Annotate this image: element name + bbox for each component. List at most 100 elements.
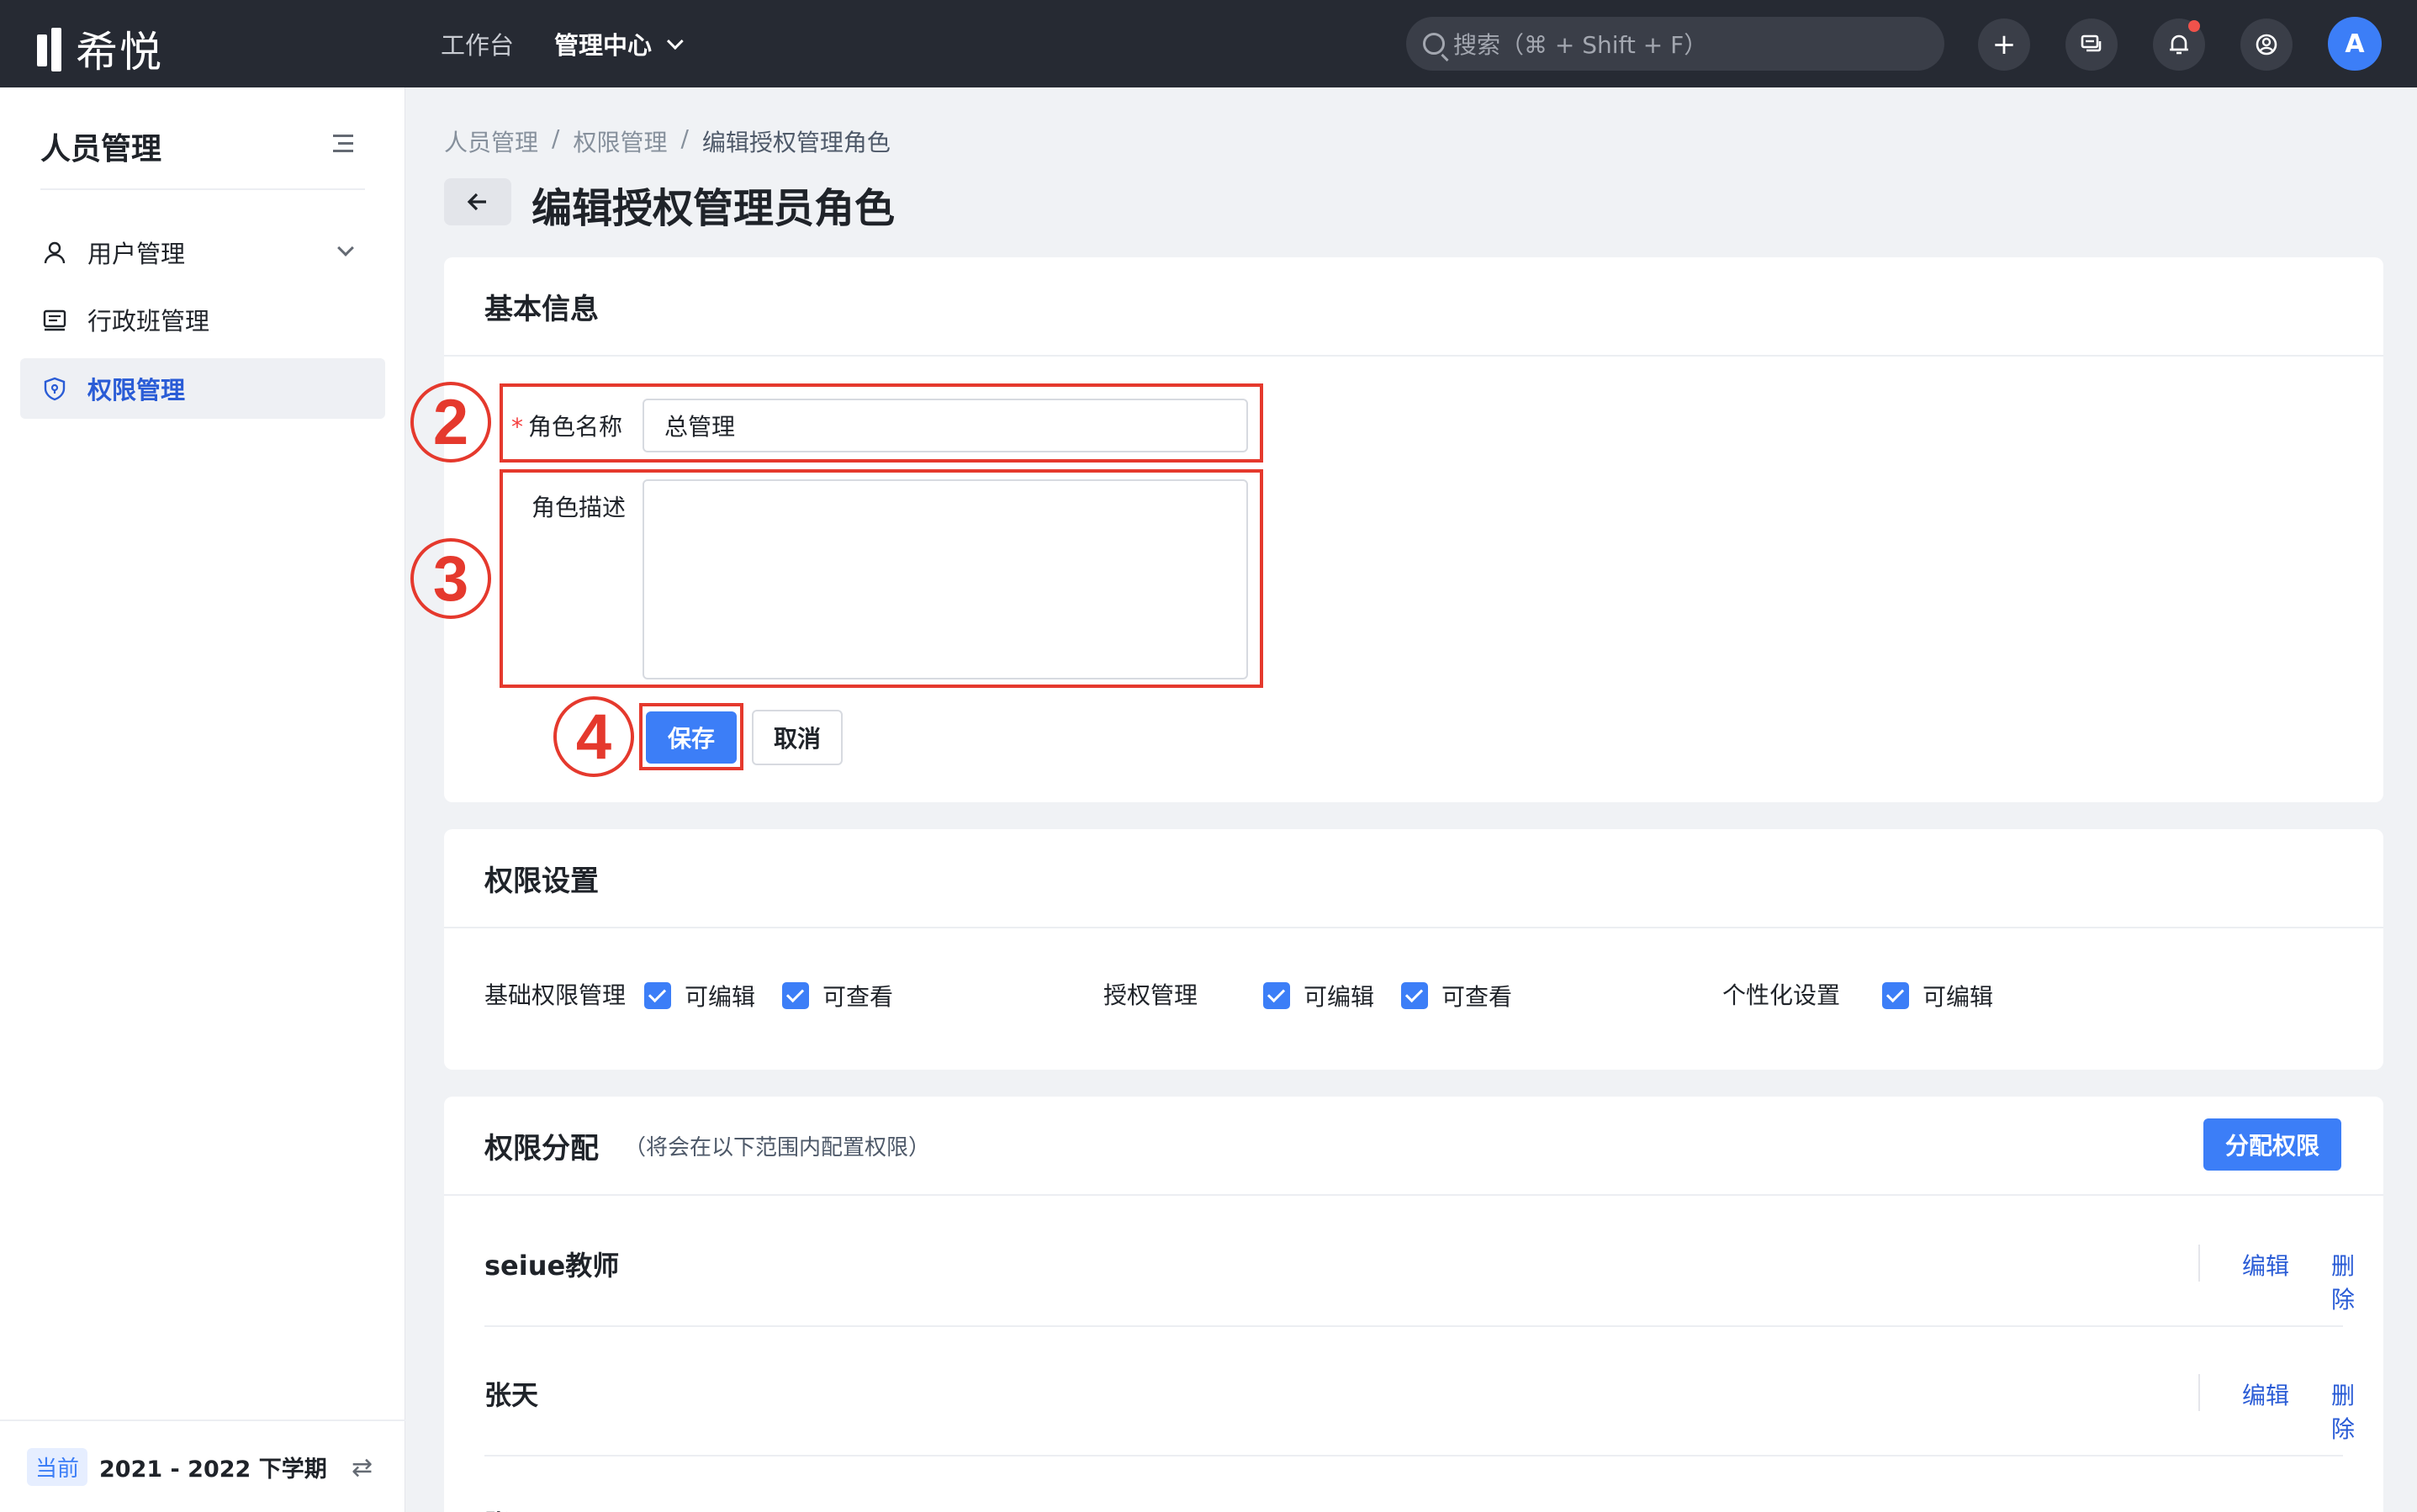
messages-button[interactable] [2065,19,2118,71]
list-item: seiue教师 编辑 删除 [484,1197,2355,1327]
class-icon [40,305,69,334]
app-logo[interactable]: 希悦 [37,19,163,79]
delete-link[interactable]: 删除 [2331,1248,2355,1315]
sidebar-item-classes[interactable]: 行政班管理 [20,289,385,350]
checkbox-label: 可编辑 [1304,983,1375,1011]
card-title: 基本信息 [484,292,599,326]
list-item: 张天 编辑 删除 [484,1327,2355,1456]
checkbox-checked-icon [1263,982,1290,1009]
permissions-row: 基础权限管理 可编辑 可查看 授权管理 可编辑 可查看 个性化设置 可编辑 [484,970,2335,1012]
checkbox-checked-icon [644,982,671,1009]
chat-icon [2081,34,2102,52]
checkbox-checked-icon [1882,982,1909,1009]
sidebar-item-label: 用户管理 [87,240,186,268]
top-nav: 工作台 管理中心 [441,0,719,87]
checkbox-basic-edit[interactable]: 可编辑 [644,979,755,1012]
edit-link[interactable]: 编辑 [2242,1507,2289,1512]
shield-icon [40,374,69,403]
divider [2198,1245,2200,1282]
collapse-menu-icon[interactable] [333,135,353,153]
divider [2198,1374,2200,1411]
user-circle-icon [2256,34,2277,56]
annotation-number-2: 2 [410,382,491,463]
checkbox-auth-view[interactable]: 可查看 [1401,979,1512,1012]
breadcrumb-separator: / [680,124,689,152]
current-badge: 当前 [27,1447,88,1486]
breadcrumb-item[interactable]: 权限管理 [573,124,667,158]
checkbox-checked-icon [1401,982,1428,1009]
edit-link[interactable]: 编辑 [2242,1248,2289,1282]
assignee-name: seiue教师 [484,1250,620,1282]
avatar[interactable]: A [2328,17,2382,71]
sidebar-item-permissions[interactable]: 权限管理 [20,358,385,419]
breadcrumb-current: 编辑授权管理角色 [701,129,891,156]
delete-link[interactable]: 删除 [2331,1507,2355,1512]
notification-dot [2188,20,2200,32]
logo-text: 希悦 [76,28,163,77]
nav-management-center[interactable]: 管理中心 [554,26,684,61]
checkbox-auth-edit[interactable]: 可编辑 [1263,979,1374,1012]
notifications-button[interactable] [2153,19,2205,71]
sidebar-divider [40,188,365,190]
breadcrumb-item[interactable]: 人员管理 [444,124,538,158]
checkbox-label: 可查看 [822,983,894,1011]
breadcrumb-separator: / [552,124,560,152]
sidebar-item-label: 行政班管理 [87,307,210,336]
logo-icon [37,28,71,71]
user-icon [40,238,69,267]
edit-link[interactable]: 编辑 [2242,1377,2289,1411]
sidebar-item-users[interactable]: 用户管理 [20,222,385,283]
global-search[interactable]: 搜索（⌘ + Shift + F） [1406,17,1944,71]
sidebar: 人员管理 用户管理 行政班管理 权限管理 当前 2021 - 2022 下学期 … [0,87,405,1512]
term-label: 2021 - 2022 下学期 [99,1456,327,1483]
perm-group-label: 授权管理 [1103,981,1198,1009]
checkbox-basic-view[interactable]: 可查看 [782,979,893,1012]
delete-link[interactable]: 删除 [2331,1377,2355,1445]
search-placeholder: 搜索（⌘ + Shift + F） [1453,31,1708,59]
card-header: 权限设置 [444,829,2383,928]
add-button[interactable]: + [1978,19,2030,71]
search-icon [1423,33,1445,55]
annotation-number-3: 3 [410,538,491,619]
checkbox-checked-icon [782,982,809,1009]
basic-info-card: 基本信息 * 角色名称 总管理 角色描述 保存 取消 2 3 4 [410,257,2383,802]
list-item: 张天 编辑 删除 [484,1456,2355,1512]
nav-workbench-label: 工作台 [441,31,515,60]
breadcrumb: 人员管理 / 权限管理 / 编辑授权管理角色 [444,124,891,158]
arrow-left-icon [467,193,486,211]
checkbox-label: 可编辑 [685,983,756,1011]
annotation-box-3 [500,469,1263,688]
term-selector[interactable]: 当前 2021 - 2022 下学期 ⇄ [0,1419,405,1512]
permissions-card: 权限设置 基础权限管理 可编辑 可查看 授权管理 可编辑 可查看 个性化设置 可… [444,829,2383,1070]
assign-permission-button[interactable]: 分配权限 [2203,1118,2341,1171]
assignee-name: 张天 [484,1379,539,1411]
assignment-card: 权限分配 （将会在以下范围内配置权限） 分配权限 seiue教师 编辑 删除 张… [444,1097,2383,1512]
annotation-box-4 [639,703,743,770]
sidebar-item-label: 权限管理 [87,376,186,404]
card-title: 权限分配 [484,1131,599,1166]
card-title: 权限设置 [484,864,599,898]
assignee-name: 张天 [484,1504,538,1512]
bell-icon [2170,34,2188,55]
sidebar-title: 人员管理 [40,132,162,167]
plus-icon: + [1991,28,2017,61]
checkbox-personal-edit[interactable]: 可编辑 [1882,979,1993,1012]
annotation-box-2 [500,383,1263,463]
back-button[interactable] [444,178,511,225]
page-title: 编辑授权管理员角色 [532,185,896,232]
card-header: 权限分配 （将会在以下范围内配置权限） 分配权限 [444,1097,2383,1196]
nav-workbench[interactable]: 工作台 [441,26,514,61]
perm-group-label: 个性化设置 [1722,981,1841,1009]
swap-icon[interactable]: ⇄ [352,1453,377,1483]
card-header: 基本信息 [444,257,2383,357]
nav-management-label: 管理中心 [554,31,653,60]
top-bar: 希悦 工作台 管理中心 搜索（⌘ + Shift + F） + A [0,0,2417,87]
perm-group-label: 基础权限管理 [484,981,627,1009]
card-subtitle: （将会在以下范围内配置权限） [624,1134,931,1160]
chevron-down-icon [337,240,354,256]
checkbox-label: 可查看 [1441,983,1513,1011]
cancel-button[interactable]: 取消 [752,710,843,765]
annotation-number-4: 4 [553,696,634,777]
chevron-down-icon [666,33,684,50]
profile-switch-button[interactable] [2240,19,2293,71]
